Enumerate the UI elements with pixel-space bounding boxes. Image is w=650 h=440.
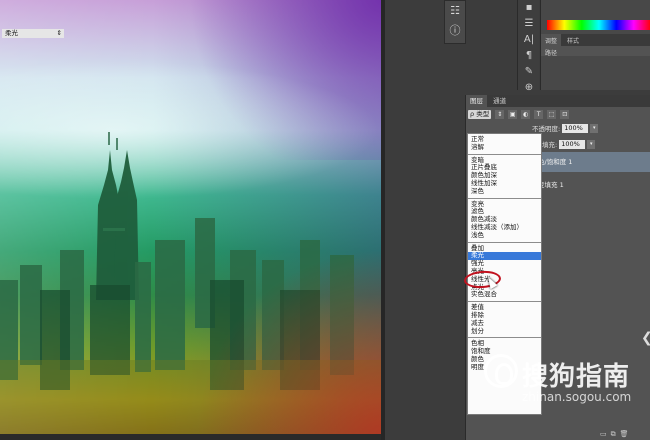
blend-group-lighten: 变亮 滤色 颜色减淡 线性减淡（添加） 浅色 xyxy=(468,199,541,243)
blend-group-component: 色相 饱和度 颜色 明度 xyxy=(468,338,541,373)
document-canvas[interactable] xyxy=(0,0,381,434)
blend-option[interactable]: 实色混合 xyxy=(468,291,541,299)
canvas-edge xyxy=(381,0,385,440)
blend-option[interactable]: 溶解 xyxy=(468,143,541,152)
info-icon[interactable]: ⓘ xyxy=(445,21,465,41)
adjustments-tabbar: 调整 样式 xyxy=(541,34,650,47)
blend-option[interactable]: 明度 xyxy=(468,363,541,372)
blend-group-darken: 变暗 正片叠底 颜色加深 线性加深 深色 xyxy=(468,155,541,199)
layer-kind-filter[interactable]: ρ 类型 xyxy=(468,109,492,119)
new-group-icon[interactable]: ▭ xyxy=(600,430,607,440)
trash-icon[interactable]: 🗑 xyxy=(620,430,629,440)
blend-group-inversion: 差值 排除 减去 划分 xyxy=(468,302,541,339)
red-glow xyxy=(181,234,381,434)
blend-mode-value: 柔光 xyxy=(5,29,18,37)
smart-object-filter-icon[interactable]: ⊡ xyxy=(560,109,570,119)
dropdown-arrow-icon[interactable]: ⇕ xyxy=(495,109,505,119)
opacity-field[interactable]: 100% xyxy=(562,123,589,133)
panel-icon-strip: ☷ ⓘ xyxy=(444,0,466,44)
status-strip xyxy=(0,434,381,440)
layers-footer-icons: ▭ ⧉ 🗑 xyxy=(600,430,650,440)
blend-option[interactable]: 浅色 xyxy=(468,231,541,240)
sliders-icon[interactable]: ☰ xyxy=(518,16,540,32)
fill-control: 填充: 100% ▾ xyxy=(542,138,596,150)
color-spectrum[interactable] xyxy=(547,20,650,30)
photoshop-window: ☷ ⓘ ▪ ☰ A| ¶ ✎ ⊕ 调整 样式 路径 图层 通道 ρ 类型 ⇕ ▣… xyxy=(0,0,650,440)
type-filter-icon[interactable]: T xyxy=(534,109,544,119)
fill-field[interactable]: 100% xyxy=(559,139,586,149)
layer-row-fill[interactable]: 变填充 1 xyxy=(532,175,650,195)
brush-icon[interactable]: ✎ xyxy=(518,64,540,80)
panel-collapse-icon[interactable]: ❮ xyxy=(641,330,650,360)
color-panel: 调整 样式 路径 xyxy=(540,0,650,90)
chevron-down-icon: ⇕ xyxy=(56,29,62,37)
adjustments-icon[interactable]: ☷ xyxy=(445,1,465,21)
fill-label: 填充: xyxy=(542,141,558,149)
new-layer-icon[interactable]: ⧉ xyxy=(611,430,616,440)
pixel-filter-icon[interactable]: ▣ xyxy=(508,109,518,119)
opacity-label: 不透明度: xyxy=(532,125,561,133)
tab-paths[interactable]: 路径 xyxy=(541,46,650,57)
paragraph-icon[interactable]: ¶ xyxy=(518,48,540,64)
character-icon[interactable]: A| xyxy=(518,32,540,48)
layers-tabbar: 图层 通道 xyxy=(466,95,650,107)
layer-name: 色/饱和度 1 xyxy=(538,158,573,166)
blend-option[interactable]: 深色 xyxy=(468,187,541,196)
opacity-slider-button[interactable]: ▾ xyxy=(590,123,599,133)
blend-group-normal: 正常 溶解 xyxy=(468,134,541,155)
blend-option[interactable]: 划分 xyxy=(468,327,541,336)
secondary-panel-strip: ▪ ☰ A| ¶ ✎ ⊕ xyxy=(517,0,540,93)
clone-icon[interactable]: ⊕ xyxy=(518,80,540,96)
color-swatch-icon[interactable]: ▪ xyxy=(518,0,540,16)
adjustment-filter-icon[interactable]: ◐ xyxy=(521,109,531,119)
tab-channels[interactable]: 通道 xyxy=(489,95,510,107)
tab-layers[interactable]: 图层 xyxy=(466,95,487,107)
shape-filter-icon[interactable]: ⬚ xyxy=(547,109,557,119)
layer-filter-row: ρ 类型 ⇕ ▣ ◐ T ⬚ ⊡ xyxy=(466,107,650,121)
layer-row-hue-saturation[interactable]: 色/饱和度 1 xyxy=(532,152,650,172)
fill-slider-button[interactable]: ▾ xyxy=(587,139,596,149)
blend-mode-select[interactable]: 柔光 ⇕ xyxy=(2,29,64,38)
